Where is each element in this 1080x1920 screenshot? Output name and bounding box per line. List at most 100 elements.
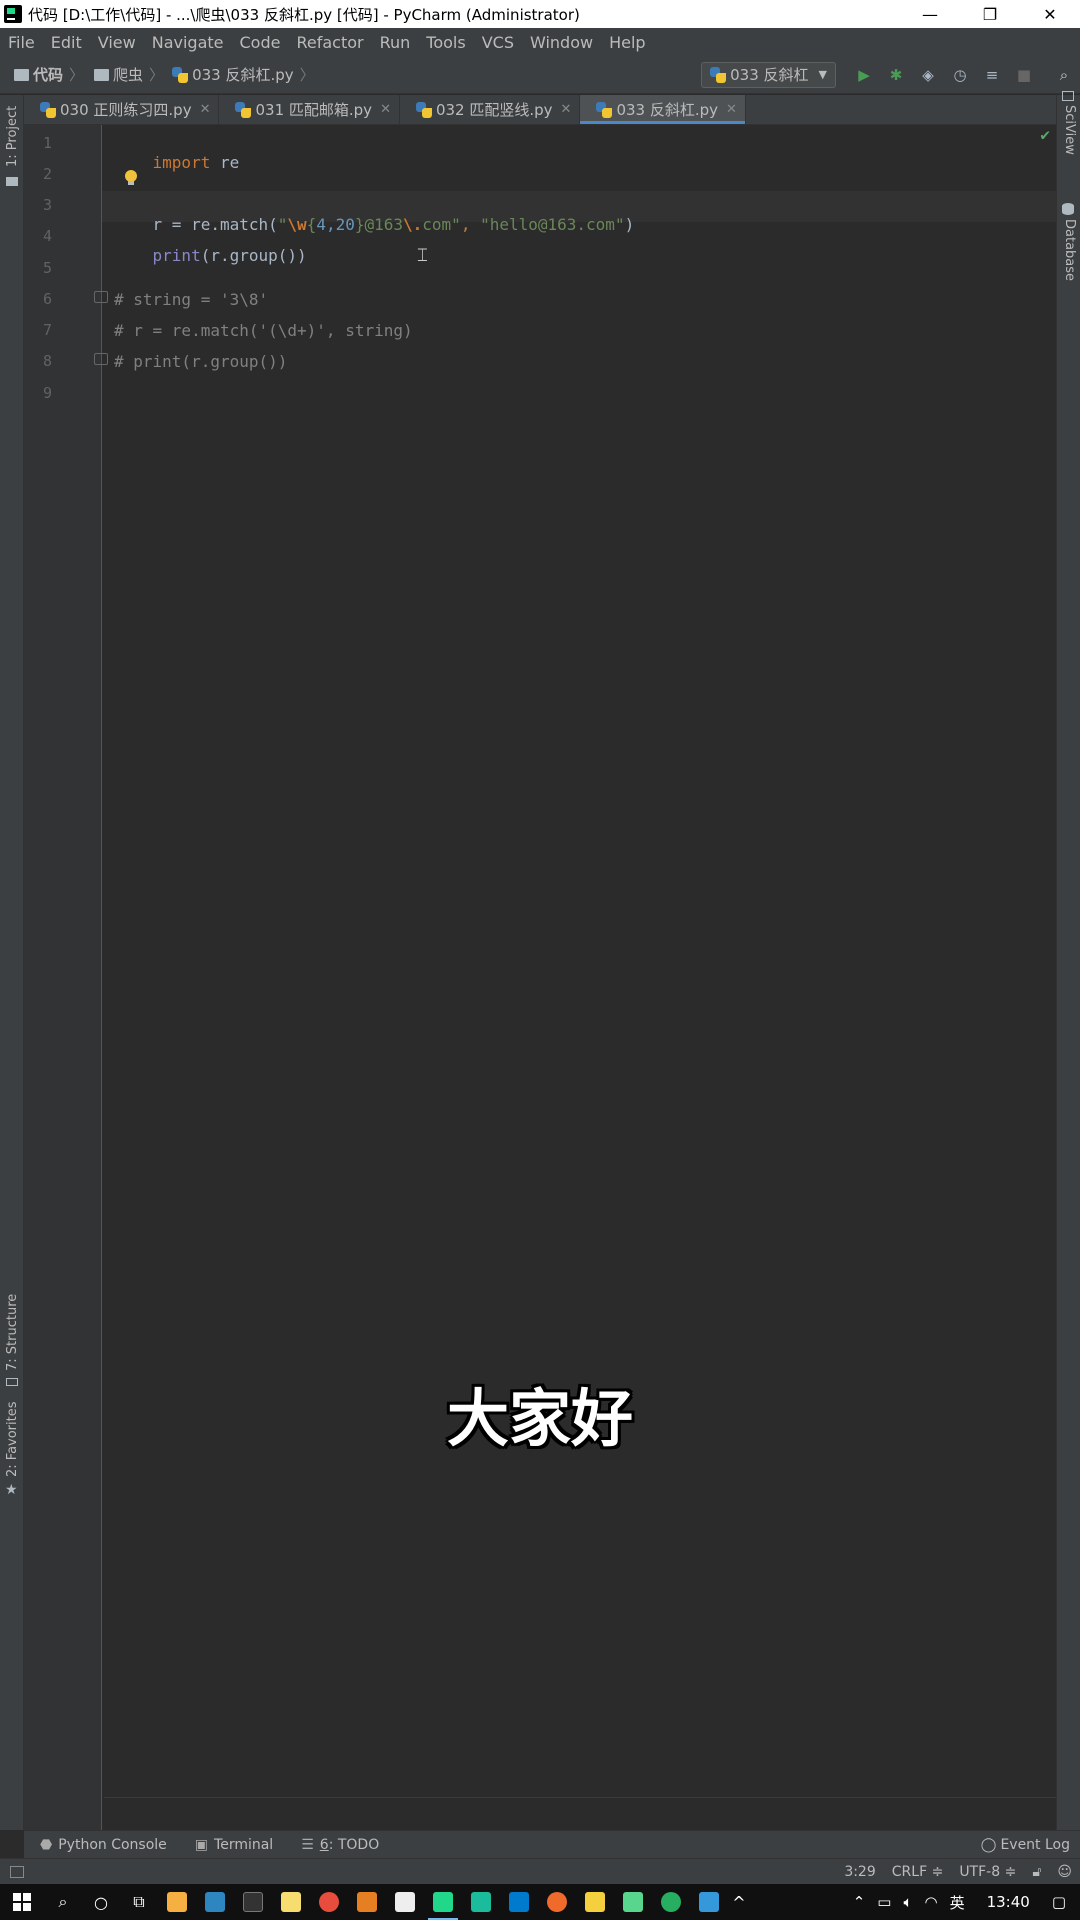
- code-line-1: import re: [114, 134, 240, 191]
- search-icon[interactable]: ⌕: [44, 1884, 82, 1920]
- tab-031[interactable]: 031 匹配邮箱.py ✕: [219, 95, 400, 124]
- python-icon: ⬣: [40, 1836, 53, 1853]
- fold-icon[interactable]: [94, 353, 108, 365]
- menu-help[interactable]: Help: [601, 33, 653, 52]
- chevron-up-icon[interactable]: ^: [728, 1884, 750, 1920]
- todo-label: : TODO: [328, 1836, 380, 1853]
- tool-window-bar: ⬣ Python Console ▣ Terminal ☰ 6: TODO ◯ …: [24, 1830, 1080, 1858]
- notification-icon[interactable]: ▢: [1046, 1893, 1080, 1911]
- python-console-button[interactable]: ⬣ Python Console: [24, 1837, 181, 1853]
- terminal-app-icon[interactable]: [234, 1884, 272, 1920]
- status-bar: 3:29 CRLF ≑ UTF-8 ≑ 🔓︎ ☺: [0, 1858, 1080, 1884]
- terminal-button[interactable]: ▣ Terminal: [181, 1837, 287, 1853]
- menu-vcs[interactable]: VCS: [474, 33, 522, 52]
- close-button[interactable]: ✕: [1020, 0, 1080, 28]
- restore-button[interactable]: ❐: [960, 0, 1020, 28]
- tab-label: 030 正则练习四.py: [60, 101, 192, 119]
- app-icon-7[interactable]: [690, 1884, 728, 1920]
- menu-run[interactable]: Run: [372, 33, 419, 52]
- structure-tool-tab[interactable]: 7: Structure: [5, 1294, 20, 1371]
- database-tool-tab[interactable]: Database: [1062, 219, 1077, 281]
- code-editor[interactable]: 1 2 3 4 5 6 7 8 9 import re r = re.match…: [24, 125, 1056, 1830]
- tray-chevron-icon[interactable]: ⌃: [847, 1893, 872, 1911]
- search-icon[interactable]: ⌕: [1048, 59, 1080, 91]
- typora-icon[interactable]: [386, 1884, 424, 1920]
- pycharm-taskbar-icon[interactable]: [424, 1884, 462, 1920]
- menu-tools[interactable]: Tools: [418, 33, 473, 52]
- breadcrumb-folder[interactable]: 爬虫 〉: [88, 64, 168, 85]
- close-icon[interactable]: ✕: [380, 102, 391, 117]
- vscode-icon[interactable]: [500, 1884, 538, 1920]
- app-icon-2[interactable]: [196, 1884, 234, 1920]
- app-icon-4[interactable]: [538, 1884, 576, 1920]
- run-configuration-label: 033 反斜杠: [730, 66, 809, 84]
- battery-icon[interactable]: ▭: [871, 1893, 897, 1911]
- project-tool-tab[interactable]: 1: Project: [5, 106, 20, 167]
- tab-033[interactable]: 033 反斜杠.py ✕: [580, 95, 746, 124]
- tab-label: 032 匹配竖线.py: [435, 101, 553, 119]
- profile-icon[interactable]: ◷: [944, 59, 976, 91]
- app-icon-6[interactable]: [614, 1884, 652, 1920]
- debug-icon[interactable]: ✱: [880, 59, 912, 91]
- breadcrumb-file[interactable]: 033 反斜杠.py 〉: [168, 64, 319, 85]
- windows-logo-icon: [13, 1893, 31, 1911]
- line-number: 8: [42, 352, 52, 370]
- line-number: 3: [42, 196, 52, 214]
- sciview-tool-tab[interactable]: SciView: [1062, 105, 1077, 155]
- breadcrumb-file-label: 033 反斜杠.py: [192, 66, 294, 84]
- run-configuration-select[interactable]: 033 反斜杠 ▼: [701, 61, 836, 88]
- cortana-icon[interactable]: ○: [82, 1884, 120, 1920]
- tab-032[interactable]: 032 匹配竖线.py ✕: [400, 95, 581, 124]
- menu-edit[interactable]: Edit: [43, 33, 90, 52]
- lock-icon[interactable]: 🔓︎: [1024, 1864, 1049, 1880]
- chrome-icon[interactable]: [652, 1884, 690, 1920]
- menu-view[interactable]: View: [90, 33, 144, 52]
- todo-number: 6: [319, 1836, 329, 1853]
- stop-icon[interactable]: ■: [1008, 59, 1040, 91]
- event-log-button[interactable]: ◯ Event Log: [981, 1837, 1070, 1853]
- menu-code[interactable]: Code: [232, 33, 289, 52]
- inspection-ok-icon[interactable]: ✔: [1040, 125, 1050, 144]
- tab-030[interactable]: 030 正则练习四.py ✕: [24, 95, 220, 124]
- netease-music-icon[interactable]: [310, 1884, 348, 1920]
- app-icon-5[interactable]: [576, 1884, 614, 1920]
- line-number: 4: [42, 227, 52, 245]
- keyword: import: [152, 153, 211, 172]
- task-view-icon[interactable]: ⧉: [120, 1884, 158, 1920]
- concurrency-icon[interactable]: ≡: [976, 59, 1008, 91]
- app-icon-3[interactable]: [272, 1884, 310, 1920]
- code-text: re: [210, 153, 240, 172]
- python-console-label: Python Console: [58, 1836, 167, 1853]
- close-icon[interactable]: ✕: [561, 102, 572, 117]
- menu-navigate[interactable]: Navigate: [144, 33, 232, 52]
- volume-icon[interactable]: 🔈︎: [897, 1893, 918, 1911]
- fold-icon[interactable]: [94, 291, 108, 303]
- menu-file[interactable]: File: [0, 33, 43, 52]
- sublime-icon[interactable]: [348, 1884, 386, 1920]
- menu-window[interactable]: Window: [522, 33, 601, 52]
- file-encoding[interactable]: UTF-8 ≑: [951, 1864, 1024, 1880]
- python-file-icon: [172, 66, 189, 83]
- caret-position[interactable]: 3:29: [836, 1864, 883, 1880]
- todo-button[interactable]: ☰ 6: TODO: [287, 1837, 393, 1853]
- run-icon[interactable]: ▶: [848, 59, 880, 91]
- breadcrumb-root[interactable]: 代码 〉: [0, 64, 88, 85]
- ime-indicator[interactable]: 英: [944, 1892, 971, 1913]
- line-separator[interactable]: CRLF ≑: [884, 1864, 952, 1880]
- tool-windows-toggle-icon[interactable]: [10, 1865, 24, 1878]
- app-icon-1[interactable]: [158, 1884, 196, 1920]
- close-icon[interactable]: ✕: [726, 102, 737, 117]
- star-icon: ★: [5, 1482, 18, 1498]
- clock[interactable]: 13:40: [971, 1893, 1046, 1911]
- python-file-icon: [596, 101, 613, 118]
- start-button[interactable]: [0, 1884, 44, 1920]
- minimize-button[interactable]: —: [900, 0, 960, 28]
- clion-icon[interactable]: [462, 1884, 500, 1920]
- coverage-icon[interactable]: ◈: [912, 59, 944, 91]
- close-icon[interactable]: ✕: [200, 102, 211, 117]
- inspector-icon[interactable]: ☺: [1049, 1864, 1080, 1880]
- menu-refactor[interactable]: Refactor: [288, 33, 371, 52]
- wifi-icon[interactable]: ◠: [918, 1893, 943, 1911]
- line-number: 1: [42, 134, 52, 152]
- tab-label: 031 匹配邮箱.py: [255, 101, 373, 119]
